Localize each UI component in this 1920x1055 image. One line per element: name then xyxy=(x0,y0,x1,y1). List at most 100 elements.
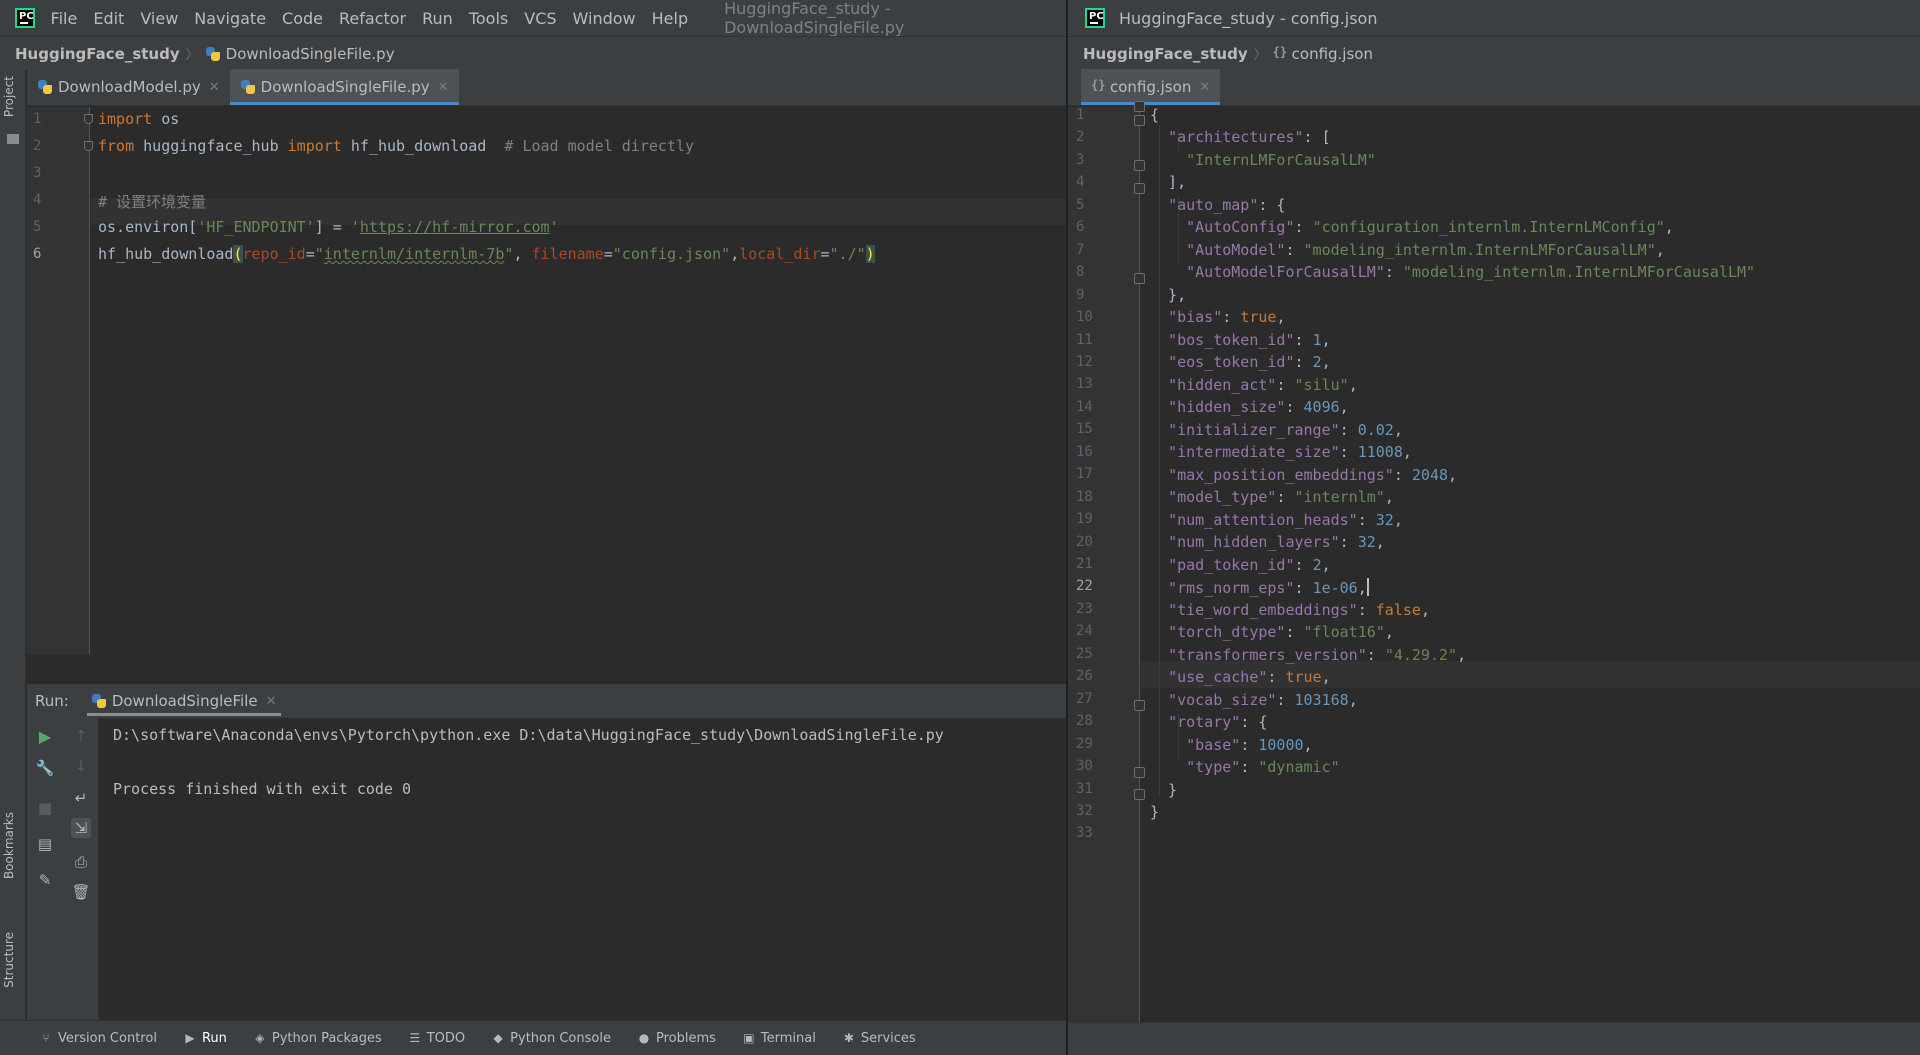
line-number: 3 xyxy=(1076,152,1085,168)
line-number-gutter: 1 2 3 4 5 6 xyxy=(27,107,90,654)
rerun-icon[interactable]: ▶ xyxy=(35,726,55,746)
run-console-output[interactable]: D:\software\Anaconda\envs\Pytorch\python… xyxy=(100,718,1066,1020)
python-run-icon xyxy=(91,693,107,709)
line-number: 17 xyxy=(1076,466,1093,482)
fold-icon[interactable] xyxy=(1134,115,1145,126)
menu-vcs[interactable]: VCS xyxy=(524,9,556,28)
json-line-18: "model_type": "internlm", xyxy=(1168,488,1394,506)
breadcrumb-file[interactable]: config.json xyxy=(1292,45,1373,63)
json-line-19: "num_attention_heads": 32, xyxy=(1168,511,1403,529)
line-number-gutter: 1 2 3 4 5 6 7 8 9 10 11 12 13 14 15 16 17 18 19 20 21 22 23 24 2… xyxy=(1068,107,1140,1022)
tab-downloadsinglefile[interactable]: DownloadSingleFile.py ✕ xyxy=(229,69,459,105)
close-icon[interactable]: ✕ xyxy=(266,694,277,709)
breadcrumb-file[interactable]: DownloadSingleFile.py xyxy=(226,45,395,63)
status-terminal[interactable]: ▣ Terminal xyxy=(743,1031,816,1046)
menu-refactor[interactable]: Refactor xyxy=(339,9,406,28)
json-line-10: "bias": true, xyxy=(1168,308,1286,326)
json-line-24: "torch_dtype": "float16", xyxy=(1168,623,1394,641)
fold-icon[interactable] xyxy=(1134,767,1145,778)
breadcrumb: HuggingFace_study 〉 config.json xyxy=(1068,36,1920,70)
wrench-icon[interactable]: 🔧 xyxy=(35,758,55,778)
line-number: 9 xyxy=(1076,287,1085,303)
console-line: D:\software\Anaconda\envs\Pytorch\python… xyxy=(113,726,944,744)
fold-icon[interactable] xyxy=(1134,700,1145,711)
run-config-tab[interactable]: DownloadSingleFile ✕ xyxy=(86,684,281,718)
folder-icon xyxy=(7,134,19,144)
breadcrumb-project[interactable]: HuggingFace_study xyxy=(15,45,180,63)
json-line-12: "eos_token_id": 2, xyxy=(1168,353,1331,371)
tool-window-bar: ⑂ Version Control ▶ Run ◈ Python Packages ☰… xyxy=(0,1020,1066,1055)
fold-icon[interactable] xyxy=(1134,789,1145,800)
status-python-console[interactable]: ◆ Python Console xyxy=(492,1031,611,1046)
layers-icon: ◈ xyxy=(255,1031,265,1045)
status-services[interactable]: ✱ Services xyxy=(843,1031,916,1046)
line-number: 24 xyxy=(1076,623,1093,639)
fold-icon[interactable] xyxy=(84,141,93,151)
line-number: 23 xyxy=(1076,601,1093,617)
fold-icon[interactable] xyxy=(1134,101,1145,112)
line-number: 11 xyxy=(1076,332,1093,348)
menu-code[interactable]: Code xyxy=(282,9,323,28)
stop-icon[interactable]: ■ xyxy=(35,798,55,818)
fold-icon[interactable] xyxy=(1134,160,1145,171)
chevron-right-icon: 〉 xyxy=(1253,48,1267,63)
status-problems[interactable]: ● Problems xyxy=(638,1031,716,1046)
json-editor[interactable]: 1 2 3 4 5 6 7 8 9 10 11 12 13 14 15 16 17 18 19 20 21 22 23 24 2… xyxy=(1068,101,1920,1022)
scroll-to-end-icon[interactable]: ⇲ xyxy=(71,818,91,838)
print-icon[interactable]: ⎙ xyxy=(71,852,91,872)
json-line-31: } xyxy=(1150,781,1178,799)
arrow-up-icon[interactable]: ↑ xyxy=(71,726,91,746)
project-tool-button[interactable]: Project xyxy=(2,76,16,117)
json-line-16: "intermediate_size": 11008, xyxy=(1168,443,1412,461)
status-version-control[interactable]: ⑂ Version Control xyxy=(40,1031,157,1046)
structure-tool-button[interactable]: Structure xyxy=(2,932,16,988)
bookmarks-tool-button[interactable]: Bookmarks xyxy=(2,812,16,879)
menu-run[interactable]: Run xyxy=(422,9,453,28)
line-number: 10 xyxy=(1076,309,1093,325)
line-number: 31 xyxy=(1076,781,1093,797)
layout-icon[interactable]: ▤ xyxy=(35,834,55,854)
branch-icon: ⑂ xyxy=(42,1031,50,1045)
menu-bar: PC File Edit View Navigate Code Refactor… xyxy=(0,0,1066,37)
close-icon[interactable]: ✕ xyxy=(438,80,449,95)
bottom-bar xyxy=(1068,1022,1920,1055)
tab-downloadmodel[interactable]: DownloadModel.py ✕ xyxy=(27,69,230,105)
menu-tools[interactable]: Tools xyxy=(469,9,508,28)
chevron-right-icon: 〉 xyxy=(185,48,199,63)
status-todo[interactable]: ☰ TODO xyxy=(409,1031,465,1046)
soft-wrap-icon[interactable]: ↵ xyxy=(71,788,91,808)
python-file-icon xyxy=(205,46,221,62)
json-line-25: "transformers_version": "4.29.2", xyxy=(1168,646,1467,664)
fold-icon[interactable] xyxy=(84,114,93,124)
close-icon[interactable]: ✕ xyxy=(1199,80,1210,95)
json-line-26: "use_cache": true, xyxy=(1168,668,1331,686)
line-number: 25 xyxy=(1076,646,1093,662)
menu-help[interactable]: Help xyxy=(652,9,688,28)
json-line-1: { xyxy=(1150,106,1160,124)
panel-divider[interactable] xyxy=(27,654,1066,684)
pin-icon[interactable]: ✎ xyxy=(35,870,55,890)
breadcrumb-project[interactable]: HuggingFace_study xyxy=(1083,45,1248,63)
close-icon[interactable]: ✕ xyxy=(209,80,220,95)
arrow-down-icon[interactable]: ↓ xyxy=(71,756,91,776)
menu-edit[interactable]: Edit xyxy=(93,9,124,28)
play-icon: ▶ xyxy=(185,1031,195,1045)
trash-icon[interactable]: 🗑 xyxy=(71,882,91,902)
services-icon: ✱ xyxy=(843,1031,854,1045)
menu-file[interactable]: File xyxy=(51,9,78,28)
menu-navigate[interactable]: Navigate xyxy=(194,9,266,28)
code-editor[interactable]: 1 2 3 4 5 6 import os from huggingface_h… xyxy=(27,107,1066,654)
line-number: 21 xyxy=(1076,556,1093,572)
status-python-packages[interactable]: ◈ Python Packages xyxy=(254,1031,381,1046)
tab-config-json[interactable]: config.json ✕ xyxy=(1081,69,1221,105)
json-line-23: "tie_word_embeddings": false, xyxy=(1168,601,1430,619)
line-number: 3 xyxy=(33,165,42,181)
menu-view[interactable]: View xyxy=(140,9,178,28)
menu-window[interactable]: Window xyxy=(573,9,636,28)
fold-icon[interactable] xyxy=(1134,273,1145,284)
json-line-3: "InternLMForCausalLM" xyxy=(1186,151,1376,169)
json-line-13: "hidden_act": "silu", xyxy=(1168,376,1358,394)
fold-icon[interactable] xyxy=(1134,183,1145,194)
breadcrumb: HuggingFace_study 〉 DownloadSingleFile.p… xyxy=(0,36,1066,70)
status-run[interactable]: ▶ Run xyxy=(184,1031,227,1046)
